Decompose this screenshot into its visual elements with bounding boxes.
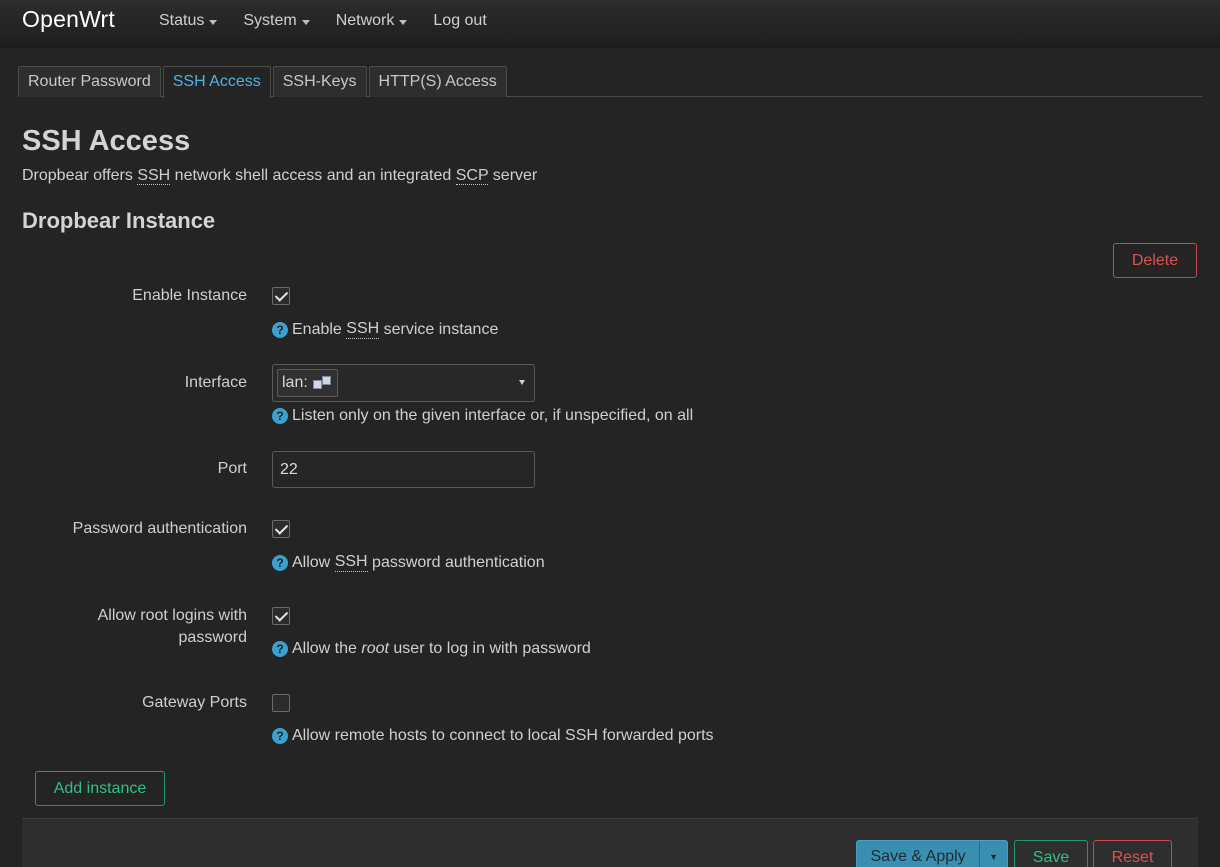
caret-down-icon — [301, 19, 310, 25]
help-text-prefix: Allow — [292, 553, 335, 571]
help-text-suffix: user to log in with password — [388, 640, 591, 657]
password-auth-checkbox[interactable] — [272, 520, 290, 538]
port-label: Port — [217, 460, 247, 477]
page-title: SSH Access — [22, 125, 191, 157]
menu-system[interactable]: System — [243, 12, 310, 30]
question-circle-icon: ? — [272, 728, 288, 744]
add-instance-button[interactable]: Add instance — [35, 771, 165, 806]
page-desc-middle: network shell access and an integrated — [170, 167, 456, 184]
menu-status-label: Status — [159, 12, 205, 29]
abbr-ssh: SSH — [334, 553, 368, 572]
question-circle-icon: ? — [272, 408, 288, 424]
network-interface-icon — [312, 375, 333, 391]
help-text-suffix: service instance — [379, 320, 499, 338]
enable-instance-help: ? Enable SSH service instance — [272, 320, 498, 339]
save-apply-button[interactable]: Save & Apply ▼ — [856, 840, 1008, 867]
interface-badge: lan: — [277, 369, 338, 397]
abbr-ssh: SSH — [346, 320, 380, 339]
interface-help-text: Listen only on the given interface or, i… — [292, 407, 694, 424]
tab-router-password[interactable]: Router Password — [18, 66, 161, 97]
root-login-label: Allow root logins with password — [98, 605, 247, 649]
root-login-label-line1: Allow root logins with — [97, 607, 247, 624]
gateway-ports-checkbox[interactable] — [272, 694, 290, 712]
help-text-suffix: password authentication — [367, 553, 545, 571]
password-auth-label: Password authentication — [72, 520, 247, 537]
page-desc-suffix: server — [488, 167, 538, 184]
caret-down-icon[interactable]: ▼ — [979, 841, 1007, 867]
gateway-ports-label: Gateway Ports — [142, 694, 247, 711]
caret-down-icon — [209, 19, 218, 25]
abbr-ssh: SSH — [137, 167, 171, 185]
menu-status[interactable]: Status — [159, 12, 218, 30]
question-circle-icon: ? — [272, 641, 288, 657]
save-apply-label: Save & Apply — [870, 848, 966, 865]
question-circle-icon: ? — [272, 321, 288, 338]
tab-https-access[interactable]: HTTP(S) Access — [368, 66, 507, 97]
menu-logout-label: Log out — [433, 12, 487, 29]
help-text-prefix: Allow the — [292, 640, 362, 657]
page-description: Dropbear offers SSH network shell access… — [22, 167, 537, 185]
interface-select[interactable]: lan: — [272, 364, 535, 402]
help-text-prefix: Enable — [292, 320, 347, 338]
reset-button[interactable]: Reset — [1093, 840, 1172, 867]
tab-bar: Router Password SSH Access SSH-Keys HTTP… — [18, 66, 1202, 98]
tab-ssh-keys[interactable]: SSH-Keys — [272, 66, 367, 97]
root-user-text: root — [361, 640, 389, 657]
enable-instance-checkbox[interactable] — [272, 287, 290, 305]
top-navbar: OpenWrt Status System Network Log out — [0, 0, 1220, 48]
menu-network[interactable]: Network — [336, 12, 408, 30]
menu-network-label: Network — [335, 12, 395, 29]
caret-down-icon — [399, 19, 408, 25]
root-login-label-line2: password — [178, 629, 247, 646]
enable-instance-label: Enable Instance — [132, 287, 247, 304]
section-title: Dropbear Instance — [22, 208, 216, 233]
delete-instance-button[interactable]: Delete — [1113, 243, 1197, 278]
question-circle-icon: ? — [272, 554, 288, 571]
interface-help: ? Listen only on the given interface or,… — [272, 407, 693, 425]
brand-logo[interactable]: OpenWrt — [22, 6, 115, 33]
port-input[interactable]: 22 — [272, 451, 535, 488]
page-desc-prefix: Dropbear offers — [22, 167, 138, 184]
root-login-help: ? Allow the root user to log in with pas… — [272, 640, 591, 658]
menu-logout[interactable]: Log out — [433, 12, 486, 30]
menu-system-label: System — [243, 12, 297, 29]
interface-label: Interface — [184, 374, 247, 391]
save-button[interactable]: Save — [1014, 840, 1088, 867]
interface-value: lan: — [282, 374, 308, 391]
password-auth-help: ? Allow SSH password authentication — [272, 553, 545, 572]
tab-ssh-access[interactable]: SSH Access — [162, 66, 271, 98]
main-menu: Status System Network Log out — [159, 12, 513, 30]
abbr-scp: SCP — [455, 167, 489, 185]
root-login-checkbox[interactable] — [272, 607, 290, 625]
gateway-ports-help-text: Allow remote hosts to connect to local S… — [292, 727, 714, 744]
dropdown-arrow-icon — [519, 380, 525, 385]
gateway-ports-help: ? Allow remote hosts to connect to local… — [272, 727, 714, 745]
